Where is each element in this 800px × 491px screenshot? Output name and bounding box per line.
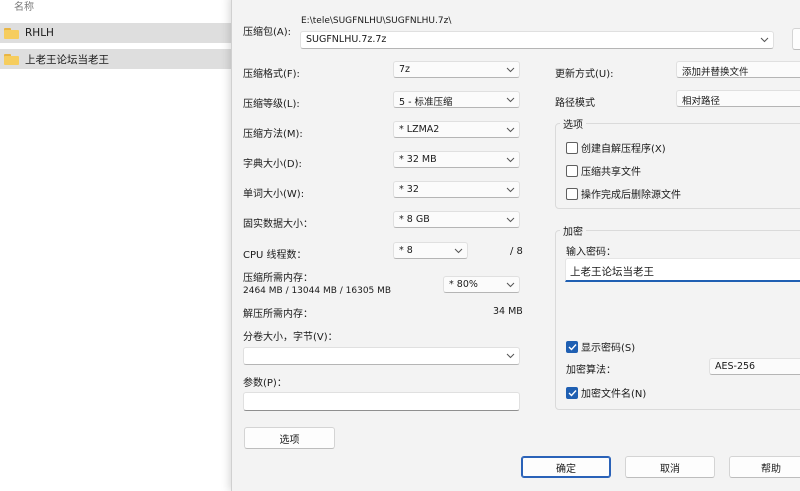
volume-label: 分卷大小，字节(V)：: [243, 332, 338, 343]
show-password-label: 显示密码(S): [581, 343, 636, 354]
word-label: 单词大小(W):: [243, 189, 305, 200]
ok-button[interactable]: 确定: [521, 456, 611, 478]
format-value: 7z: [399, 64, 411, 75]
folder-name: 上老王论坛当老王: [25, 53, 109, 66]
enc-method-combo[interactable]: AES-256: [709, 358, 800, 375]
volume-combo[interactable]: [243, 347, 520, 365]
threads-combo[interactable]: * 8: [393, 242, 468, 259]
update-label: 更新方式(U):: [555, 69, 614, 80]
method-value: * LZMA2: [399, 124, 440, 135]
word-combo[interactable]: * 32: [393, 181, 520, 198]
enc-method-value: AES-256: [715, 361, 756, 372]
chevron-down-icon: [506, 65, 515, 74]
chevron-down-icon: [506, 185, 515, 194]
folder-row[interactable]: 上老王论坛当老王: [0, 49, 232, 69]
show-password-checkbox[interactable]: 显示密码(S): [566, 339, 635, 354]
update-value: 添加并替换文件: [682, 67, 749, 78]
folder-row[interactable]: RHLH: [0, 23, 232, 43]
delete-after-checkbox[interactable]: 操作完成后删除源文件: [566, 186, 681, 201]
pathmode-label: 路径模式: [555, 98, 595, 109]
params-input[interactable]: [243, 392, 520, 411]
solid-combo[interactable]: * 8 GB: [393, 211, 520, 228]
mem-decomp-label: 解压所需内存：: [243, 309, 313, 320]
dict-value: * 32 MB: [399, 154, 437, 165]
format-combo[interactable]: 7z: [393, 61, 520, 78]
word-value: * 32: [399, 184, 419, 195]
threads-max: / 8: [510, 246, 523, 257]
dict-combo[interactable]: * 32 MB: [393, 151, 520, 168]
method-label: 压缩方法(M):: [243, 129, 303, 140]
pathmode-value: 相对路径: [682, 96, 721, 107]
browse-button[interactable]: [792, 28, 800, 50]
shared-checkbox[interactable]: 压缩共享文件: [566, 163, 641, 178]
archive-path: E:\tele\SUGFNLHU\SUGFNLHU.7z\: [301, 16, 452, 26]
password-label: 输入密码：: [566, 247, 616, 258]
threads-value: * 8: [399, 245, 413, 256]
chevron-down-icon: [506, 125, 515, 134]
mem-comp-label: 压缩所需内存：: [243, 273, 313, 284]
column-header-name[interactable]: 名称: [14, 0, 34, 13]
mem-comp-combo[interactable]: * 80%: [443, 276, 520, 293]
method-combo[interactable]: * LZMA2: [393, 121, 520, 138]
chevron-down-icon: [506, 351, 515, 360]
encryption-group-title: 加密: [560, 223, 586, 238]
delete-after-label: 操作完成后删除源文件: [581, 190, 681, 201]
chevron-down-icon: [506, 280, 515, 289]
folder-name: RHLH: [25, 27, 54, 39]
level-value: 5 - 标准压缩: [399, 97, 453, 108]
chevron-down-icon: [454, 246, 463, 255]
shared-label: 压缩共享文件: [581, 167, 641, 178]
chevron-down-icon: [506, 155, 515, 164]
help-button[interactable]: 帮助: [729, 456, 800, 478]
dict-label: 字典大小(D):: [243, 159, 302, 170]
chevron-down-icon: [506, 95, 515, 104]
folder-icon: [4, 27, 19, 39]
format-label: 压缩格式(F):: [243, 69, 300, 80]
threads-label: CPU 线程数：: [243, 250, 307, 261]
checkbox-icon: [566, 187, 578, 200]
sfx-label: 创建自解压程序(X): [581, 144, 666, 155]
archive-label: 压缩包(A):: [243, 27, 292, 38]
params-label: 参数(P)：: [243, 378, 287, 389]
solid-value: * 8 GB: [399, 214, 430, 225]
archive-name-combo[interactable]: SUGFNLHU.7z.7z: [300, 31, 774, 49]
mem-comp-detail: 2464 MB / 13044 MB / 16305 MB: [243, 286, 392, 296]
checkbox-icon: [566, 164, 578, 177]
mem-comp-value: * 80%: [449, 279, 478, 290]
chevron-down-icon: [760, 35, 769, 44]
archive-name-value: SUGFNLHU.7z.7z: [306, 34, 387, 45]
level-combo[interactable]: 5 - 标准压缩: [393, 91, 520, 108]
cancel-button[interactable]: 取消: [625, 456, 715, 478]
password-value: 上老王论坛当老王: [570, 266, 654, 278]
encrypt-names-label: 加密文件名(N): [581, 389, 647, 400]
chevron-down-icon: [506, 215, 515, 224]
checkbox-checked-icon: [566, 340, 578, 353]
checkbox-checked-icon: [566, 386, 578, 399]
checkbox-icon: [566, 141, 578, 154]
options-group-title: 选项: [560, 116, 586, 131]
add-to-archive-dialog: 压缩包(A): E:\tele\SUGFNLHU\SUGFNLHU.7z\ SU…: [231, 0, 800, 491]
password-input[interactable]: 上老王论坛当老王: [565, 258, 800, 282]
encrypt-names-checkbox[interactable]: 加密文件名(N): [566, 385, 646, 400]
level-label: 压缩等级(L):: [243, 99, 300, 110]
enc-method-label: 加密算法：: [566, 365, 616, 376]
pathmode-combo[interactable]: 相对路径: [676, 90, 800, 107]
update-combo[interactable]: 添加并替换文件: [676, 61, 800, 78]
mem-decomp-value: 34 MB: [493, 306, 523, 317]
solid-label: 固实数据大小：: [243, 219, 313, 230]
folder-icon: [4, 53, 19, 65]
options-button[interactable]: 选项: [244, 427, 335, 449]
sfx-checkbox[interactable]: 创建自解压程序(X): [566, 140, 666, 155]
